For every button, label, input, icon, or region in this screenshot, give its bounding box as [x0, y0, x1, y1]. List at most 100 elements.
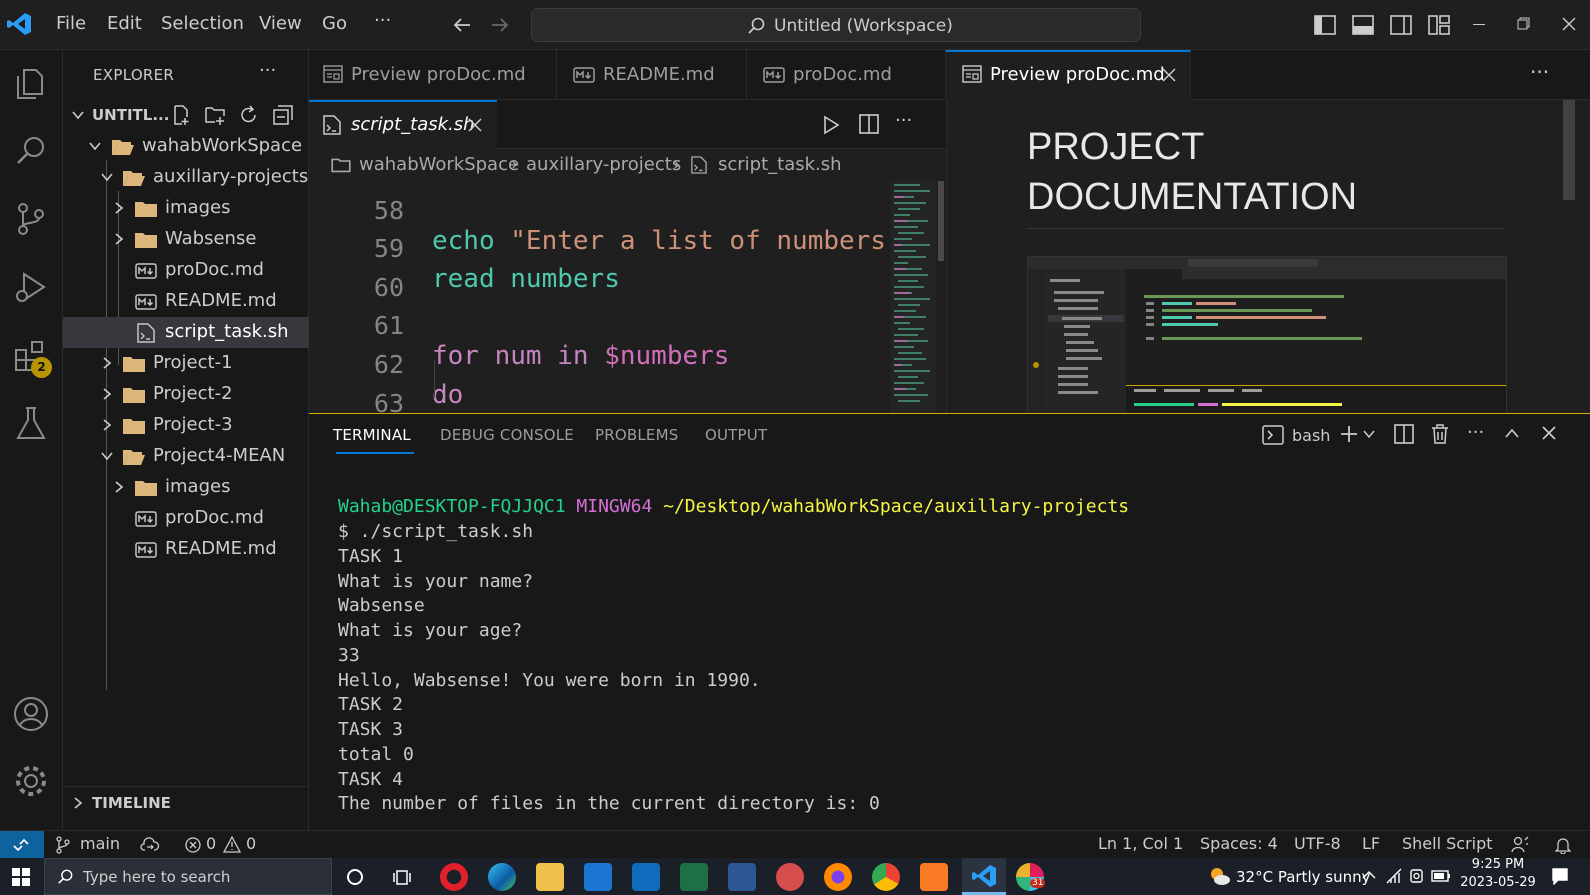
- snipping-tool-icon[interactable]: [776, 863, 804, 891]
- run-debug-icon[interactable]: [12, 268, 50, 306]
- preview-scrollbar[interactable]: [1563, 100, 1575, 200]
- new-terminal-plus-icon[interactable]: [1339, 424, 1359, 444]
- back-arrow-icon[interactable]: [452, 15, 472, 35]
- tree-item-folder[interactable]: Project-2: [63, 379, 309, 410]
- tab-problems[interactable]: PROBLEMS: [595, 426, 678, 444]
- maximize-panel-chevron-up-icon[interactable]: [1504, 427, 1520, 439]
- tree-item-folder[interactable]: images: [63, 472, 309, 503]
- edge-icon[interactable]: [488, 863, 516, 891]
- clock-date[interactable]: 2023-05-29: [1459, 875, 1537, 890]
- chrome-icon[interactable]: [872, 863, 900, 891]
- menu-go[interactable]: Go: [322, 13, 347, 34]
- run-icon[interactable]: [821, 115, 841, 135]
- chevron-up-icon[interactable]: [1362, 870, 1376, 880]
- tab-readme[interactable]: README.md: [557, 50, 747, 100]
- cursor-position[interactable]: Ln 1, Col 1: [1098, 834, 1183, 853]
- forward-arrow-icon[interactable]: [490, 15, 510, 35]
- tree-item-file[interactable]: README.md: [63, 286, 309, 317]
- terminal-output[interactable]: Wahab@DESKTOP-FQJJQC1 MINGW64 ~/Desktop/…: [309, 486, 1590, 831]
- tab-preview-prodoc[interactable]: Preview proDoc.md: [309, 50, 557, 100]
- close-icon[interactable]: [1162, 68, 1176, 82]
- terminal-shell-label[interactable]: bash: [1292, 426, 1330, 445]
- task-view-icon[interactable]: [393, 867, 413, 887]
- split-editor-icon[interactable]: [859, 114, 879, 134]
- tab-script-task[interactable]: script_task.sh: [309, 100, 497, 149]
- webcam-icon[interactable]: [1409, 867, 1427, 885]
- mail-icon[interactable]: [632, 863, 660, 891]
- tree-item-folder[interactable]: Project-1: [63, 348, 309, 379]
- chevron-down-icon[interactable]: [1363, 429, 1375, 439]
- tree-item-folder[interactable]: Project4-MEAN: [63, 441, 309, 472]
- sync-cloud-icon[interactable]: [140, 837, 160, 853]
- store-icon[interactable]: [584, 863, 612, 891]
- end-of-line[interactable]: LF: [1362, 834, 1380, 853]
- command-center-search[interactable]: Untitled (Workspace): [531, 8, 1141, 42]
- tree-item-folder[interactable]: Wabsense: [63, 224, 309, 255]
- collapse-all-icon[interactable]: [272, 104, 294, 126]
- windows-start-icon[interactable]: [12, 868, 30, 886]
- tab-output[interactable]: OUTPUT: [705, 426, 767, 444]
- xampp-icon[interactable]: [920, 863, 948, 891]
- minimize-icon[interactable]: [1473, 24, 1485, 25]
- editor-more-icon[interactable]: ···: [895, 110, 912, 131]
- indentation[interactable]: Spaces: 4: [1200, 834, 1278, 853]
- tab-prodoc[interactable]: proDoc.md: [747, 50, 946, 100]
- clock-time[interactable]: 9:25 PM: [1459, 857, 1537, 872]
- breadcrumb-item[interactable]: auxillary-projects: [526, 154, 681, 175]
- action-center-icon[interactable]: [1551, 867, 1569, 885]
- restore-icon[interactable]: [1517, 17, 1530, 30]
- firefox-icon[interactable]: [824, 863, 852, 891]
- network-icon[interactable]: [1385, 867, 1403, 885]
- breadcrumb-item[interactable]: wahabWorkSpace: [359, 154, 519, 175]
- encoding[interactable]: UTF-8: [1294, 834, 1341, 853]
- panel-more-icon[interactable]: ···: [1467, 422, 1484, 443]
- vscode-taskbar-active[interactable]: [962, 858, 1006, 895]
- excel-icon[interactable]: [680, 863, 708, 891]
- git-branch-label[interactable]: main: [80, 834, 120, 853]
- tab-debug-console[interactable]: DEBUG CONSOLE: [440, 426, 574, 444]
- tree-item-file[interactable]: proDoc.md: [63, 255, 309, 286]
- timeline-header[interactable]: TIMELINE: [63, 786, 309, 817]
- split-terminal-icon[interactable]: [1394, 424, 1414, 444]
- minimap[interactable]: [890, 181, 946, 413]
- taskbar-search[interactable]: Type here to search: [44, 858, 332, 895]
- cortana-icon[interactable]: [345, 867, 365, 887]
- menu-selection[interactable]: Selection: [161, 13, 244, 34]
- code-area[interactable]: 58 echo "Enter a list of numbers 59 read…: [309, 181, 889, 413]
- close-icon[interactable]: [468, 118, 482, 132]
- menu-more[interactable]: ···: [374, 10, 391, 31]
- toggle-secondary-sidebar-icon[interactable]: [1390, 15, 1412, 35]
- file-explorer-icon[interactable]: [536, 863, 564, 891]
- toggle-panel-icon[interactable]: [1352, 15, 1374, 35]
- explorer-icon[interactable]: [12, 64, 50, 102]
- tab-terminal[interactable]: TERMINAL: [333, 426, 411, 444]
- workspace-header[interactable]: UNTITL...: [63, 100, 309, 131]
- notifications-bell-icon[interactable]: [1555, 836, 1571, 854]
- customize-layout-icon[interactable]: [1428, 15, 1450, 35]
- tree-item-folder[interactable]: auxillary-projects: [63, 162, 309, 193]
- tree-item-folder[interactable]: wahabWorkSpace: [63, 131, 309, 162]
- source-control-icon[interactable]: [12, 200, 50, 238]
- new-file-icon[interactable]: [171, 104, 193, 126]
- manage-gear-icon[interactable]: [12, 762, 50, 800]
- toggle-primary-sidebar-icon[interactable]: [1314, 15, 1336, 35]
- close-panel-icon[interactable]: [1542, 426, 1556, 440]
- menu-view[interactable]: View: [259, 13, 302, 34]
- tabs-more-icon[interactable]: ···: [1530, 60, 1549, 84]
- refresh-icon[interactable]: [238, 104, 260, 126]
- tab-preview-prodoc-active[interactable]: Preview proDoc.md: [946, 50, 1191, 100]
- tree-item-folder[interactable]: Project-3: [63, 410, 309, 441]
- tree-item-file[interactable]: README.md: [63, 534, 309, 565]
- tree-item-file-selected[interactable]: script_task.sh: [63, 317, 309, 348]
- feedback-person-icon[interactable]: [1511, 836, 1529, 854]
- word-icon[interactable]: [728, 863, 756, 891]
- remote-indicator[interactable]: [0, 831, 44, 859]
- accounts-icon[interactable]: [12, 695, 50, 733]
- trash-icon[interactable]: [1430, 423, 1450, 445]
- explorer-more-icon[interactable]: ···: [259, 60, 276, 81]
- battery-icon[interactable]: [1431, 868, 1451, 884]
- breadcrumb-item[interactable]: script_task.sh: [718, 154, 842, 175]
- search-view-icon[interactable]: [12, 132, 50, 170]
- tree-item-file[interactable]: proDoc.md: [63, 503, 309, 534]
- testing-icon[interactable]: [12, 404, 50, 442]
